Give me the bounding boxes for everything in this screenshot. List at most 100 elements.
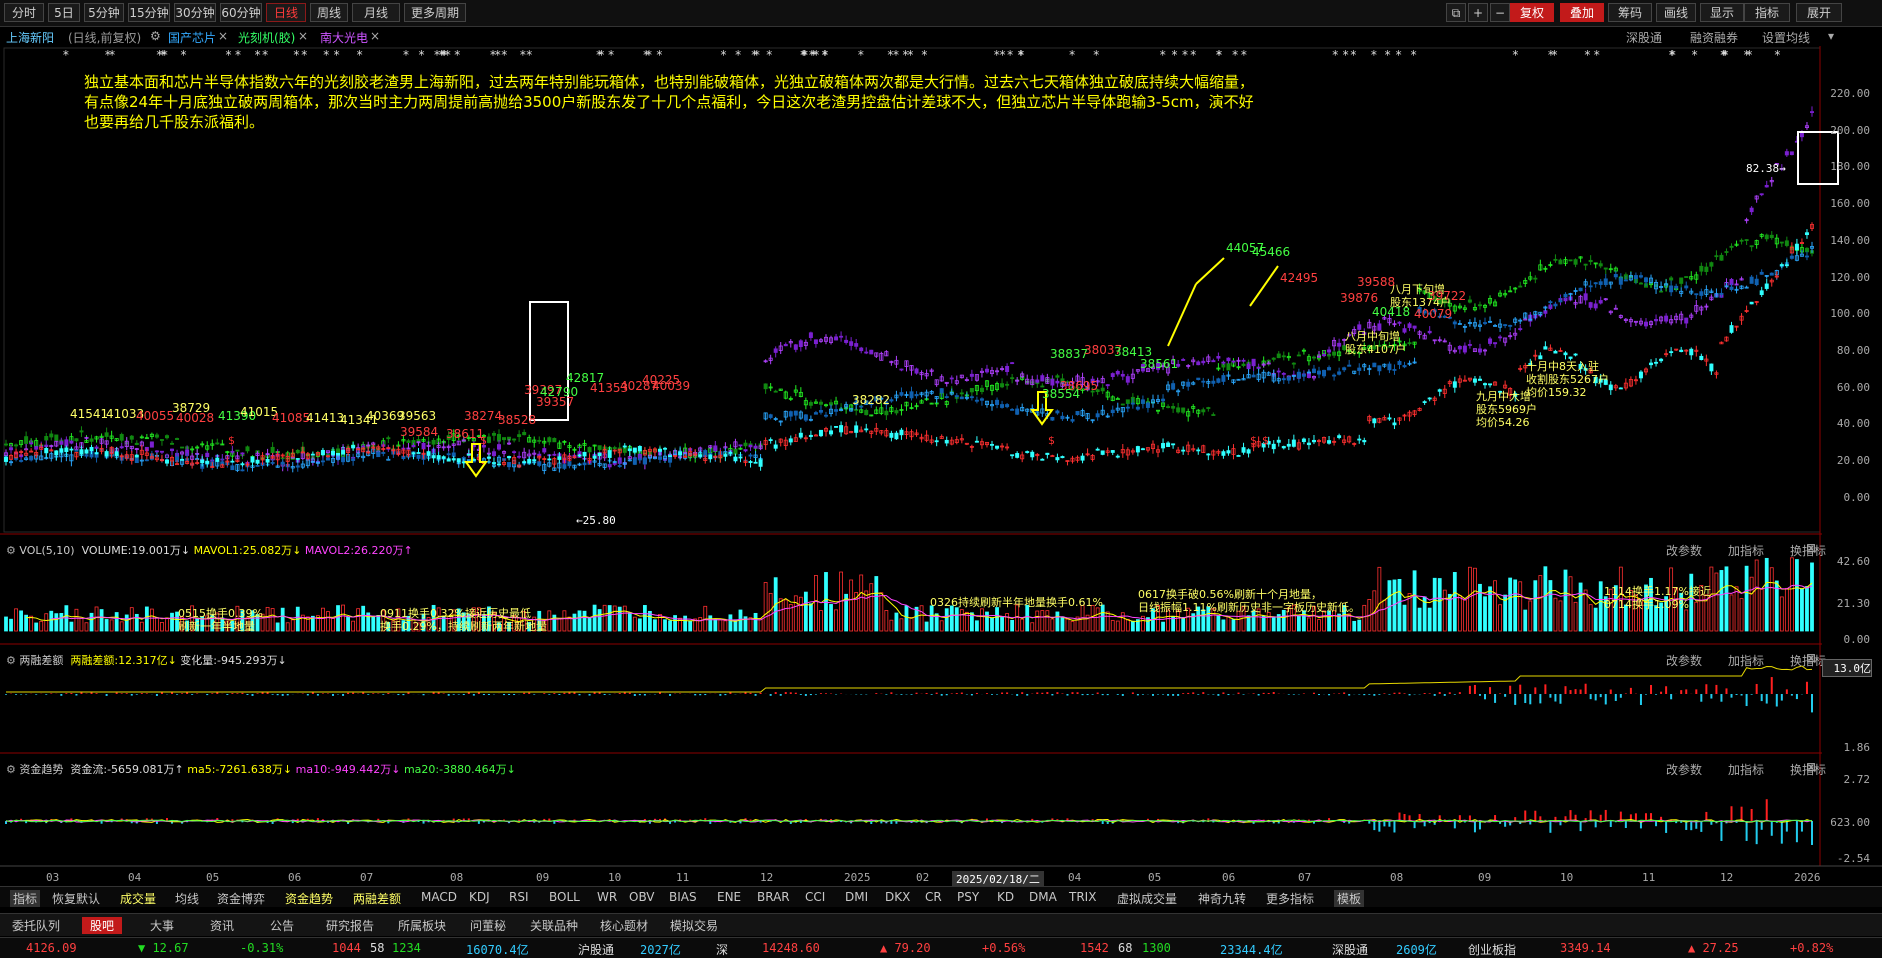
volume-bar [1031, 623, 1034, 631]
close-icon[interactable]: ⊠ [1806, 541, 1816, 555]
indicator-tab[interactable]: 均线 [175, 890, 199, 907]
signal-star: * [643, 48, 649, 62]
overlay-3[interactable]: 南大光电 [320, 29, 368, 46]
indicator-tab[interactable]: CCI [805, 890, 825, 904]
indicator-tab[interactable]: 指标 [10, 890, 40, 907]
settings-icon[interactable]: ⚙ [6, 654, 16, 667]
indicator-tab[interactable]: BRAR [757, 890, 790, 904]
indicator-tab[interactable]: KDJ [469, 890, 490, 904]
sgt-label[interactable]: 深股通 [1332, 941, 1368, 958]
indicator-tab[interactable]: 更多指标 [1266, 890, 1314, 907]
bottom-tab[interactable]: 公告 [270, 917, 294, 934]
indicator-tab[interactable]: MACD [421, 890, 457, 904]
close-icon[interactable]: ⊠ [1806, 760, 1816, 774]
indicator-tab[interactable]: WR [597, 890, 617, 904]
volume-bar [719, 620, 722, 631]
panel-button[interactable]: 改参数 [1666, 652, 1702, 669]
toolbar-button[interactable]: 筹码 [1608, 3, 1652, 22]
overlay-purple-candle [231, 451, 234, 452]
overlay-2[interactable]: 光刻机(胶) [238, 29, 295, 46]
toolbar-button[interactable]: 叠加 [1560, 3, 1604, 22]
toolbar-button[interactable]: 显示 [1700, 3, 1744, 22]
period-button[interactable]: 5日 [48, 3, 80, 22]
panel-button[interactable]: 改参数 [1666, 761, 1702, 778]
period-button[interactable]: 5分钟 [84, 3, 124, 22]
toolbar-button[interactable]: 画线 [1656, 3, 1696, 22]
link-ma-settings[interactable]: 设置均线 [1762, 29, 1810, 46]
zoom-in-icon[interactable]: + [1468, 3, 1488, 22]
indicator-tab[interactable]: 资金趋势 [285, 890, 333, 907]
hgt-label[interactable]: 沪股通 [578, 941, 614, 958]
bottom-tab[interactable]: 资讯 [210, 917, 234, 934]
chevron-down-icon[interactable]: ▾ [1828, 29, 1834, 43]
close-icon[interactable]: × [298, 29, 308, 43]
bottom-tab[interactable]: 关联品种 [530, 917, 578, 934]
margin-change-bar [1117, 694, 1119, 695]
indicator-tab[interactable]: 恢复默认 [52, 890, 100, 907]
bottom-tab[interactable]: 大事 [150, 917, 174, 934]
overlay-green-candle [1121, 404, 1124, 405]
period-button[interactable]: 分时 [4, 3, 44, 22]
panel-button[interactable]: 改参数 [1666, 542, 1702, 559]
flow-bar [1720, 821, 1722, 841]
bottom-tab[interactable]: 研究报告 [326, 917, 374, 934]
indicator-tab[interactable]: 神奇九转 [1198, 890, 1246, 907]
period-button[interactable]: 日线 [266, 3, 306, 22]
indicator-tab[interactable]: 成交量 [120, 890, 156, 907]
indicator-tab[interactable]: TRIX [1069, 890, 1096, 904]
bottom-tab[interactable]: 问董秘 [470, 917, 506, 934]
period-button[interactable]: 60分钟 [220, 3, 262, 22]
overlay-1[interactable]: 国产芯片 [168, 29, 216, 46]
indicator-tab[interactable]: 虚拟成交量 [1117, 890, 1177, 907]
indicator-tab[interactable]: 模板 [1334, 890, 1364, 907]
period-button[interactable]: 周线 [310, 3, 348, 22]
settings-icon[interactable]: ⚙ [6, 544, 16, 557]
link-margin[interactable]: 融资融券 [1690, 29, 1738, 46]
indicator-tab[interactable]: OBV [629, 890, 655, 904]
link-sgt[interactable]: 深股通 [1626, 29, 1662, 46]
indicator-tab[interactable]: PSY [957, 890, 979, 904]
indicator-tab[interactable]: RSI [509, 890, 529, 904]
cyb-label[interactable]: 创业板指 [1468, 941, 1516, 958]
overlay-green-candle [1730, 246, 1733, 247]
close-icon[interactable]: × [370, 29, 380, 43]
period-button[interactable]: 更多周期 [404, 3, 466, 22]
indicator-tab[interactable]: 资金博弈 [217, 890, 265, 907]
period-button[interactable]: 15分钟 [128, 3, 170, 22]
panel-button[interactable]: 加指标 [1728, 761, 1764, 778]
indicator-tab[interactable]: ENE [717, 890, 741, 904]
toolbar-button[interactable]: 指标 [1744, 3, 1790, 22]
bottom-tab[interactable]: 股吧 [82, 917, 122, 934]
toolbar-button[interactable]: 展开 [1796, 3, 1842, 22]
bottom-tab[interactable]: 核心题材 [600, 917, 648, 934]
settings-icon[interactable]: ⚙ [6, 763, 16, 776]
window-icon[interactable]: ⧉ [1446, 3, 1466, 22]
indicator-tab[interactable]: 两融差额 [353, 890, 401, 907]
margin-change-bar [1187, 693, 1189, 694]
period-button[interactable]: 月线 [352, 3, 400, 22]
indicator-tab[interactable]: BOLL [549, 890, 580, 904]
indicator-tab[interactable]: CR [925, 890, 942, 904]
bottom-tab[interactable]: 所属板块 [398, 917, 446, 934]
stock-candle [1373, 419, 1376, 423]
bottom-tab[interactable]: 模拟交易 [670, 917, 718, 934]
volume-bar [830, 604, 833, 631]
close-icon[interactable]: × [218, 29, 228, 43]
panel-button[interactable]: 加指标 [1728, 542, 1764, 559]
indicator-tab[interactable]: DKX [885, 890, 910, 904]
toolbar-button[interactable]: 复权 [1510, 3, 1554, 22]
overlay-blue-candle [1755, 279, 1758, 284]
zoom-out-icon[interactable]: − [1490, 3, 1510, 22]
period-button[interactable]: 30分钟 [174, 3, 216, 22]
close-icon[interactable]: ⊠ [1806, 651, 1816, 665]
overlay-green-candle [598, 446, 601, 450]
indicator-tab[interactable]: DMA [1029, 890, 1057, 904]
panel-button[interactable]: 加指标 [1728, 652, 1764, 669]
overlay-purple-candle [70, 441, 73, 443]
volume-bar [1468, 567, 1471, 631]
indicator-tab[interactable]: KD [997, 890, 1014, 904]
bottom-tab[interactable]: 委托队列 [12, 917, 60, 934]
gear-icon[interactable]: ⚙ [150, 29, 161, 43]
indicator-tab[interactable]: BIAS [669, 890, 697, 904]
indicator-tab[interactable]: DMI [845, 890, 868, 904]
